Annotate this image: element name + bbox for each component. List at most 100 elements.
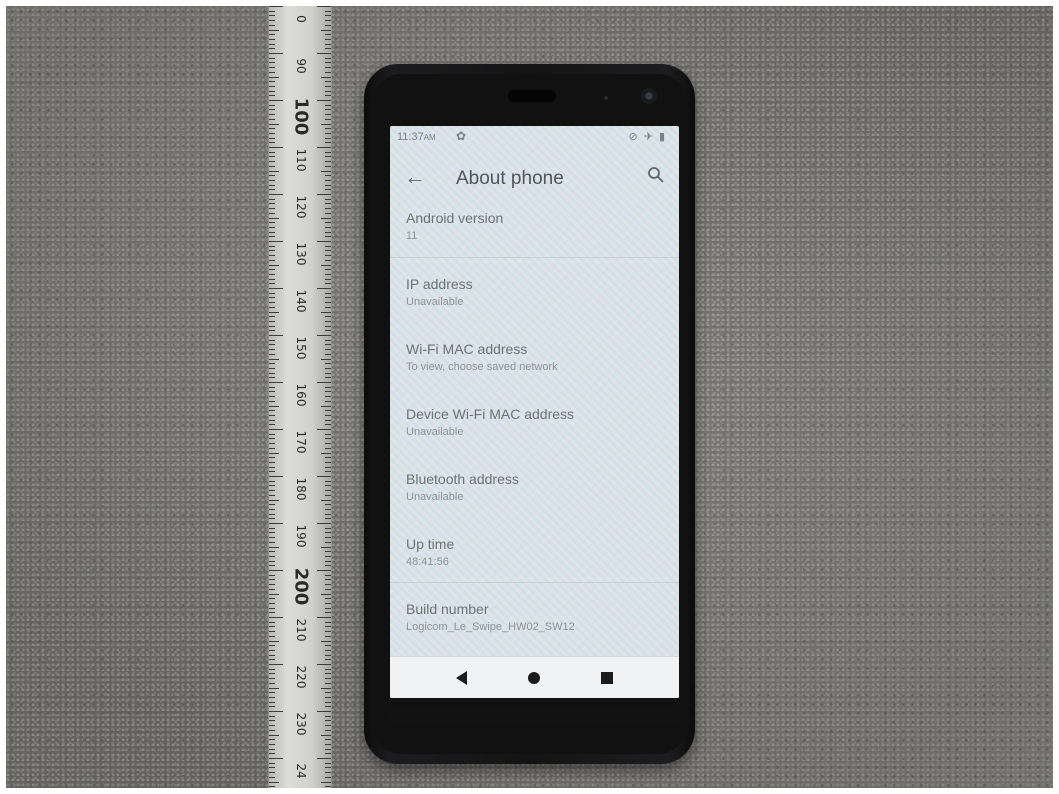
ruler-tick [269,396,275,398]
ruler-tick [321,123,331,125]
nav-back-icon[interactable] [456,671,467,685]
ruler-tick [269,452,279,454]
ruler-tick [325,151,331,153]
battery-icon: ▮ [658,131,671,143]
ruler-tick [269,273,275,275]
ruler-label: 140 [294,289,308,313]
item-subtitle: 11 [406,230,418,242]
ruler-tick [269,570,283,571]
ruler-tick [325,485,331,487]
ruler-tick [269,264,279,266]
ruler-tick [325,471,331,473]
ruler-tick [269,457,275,459]
ruler-tick [269,518,275,520]
setting-item-device-wifi-mac[interactable]: Device Wi-Fi MAC address Unavailable [406,406,668,438]
app-bar: ← About phone [390,154,679,202]
ruler-tick [325,391,331,393]
ruler-tick [325,645,331,647]
ruler-tick [325,396,331,398]
ruler-tick [321,358,331,360]
ruler-tick [269,786,275,788]
ruler-tick [269,335,283,336]
ruler-tick [325,344,331,346]
ruler-tick [269,109,275,111]
ruler-tick [269,53,283,54]
ruler-tick [325,513,331,515]
ruler-tick [317,335,331,336]
ruler-tick [269,593,279,595]
ruler-tick [325,602,331,604]
arrow-back-icon[interactable]: ← [404,164,426,190]
ruler-tick [269,20,275,22]
ruler-tick [325,330,331,332]
front-camera [641,88,657,104]
ruler-tick [325,306,331,308]
ruler-tick [325,38,331,40]
ruler-tick [269,711,283,712]
setting-item-bluetooth-address[interactable]: Bluetooth address Unavailable [406,471,668,503]
ruler-tick [325,339,331,341]
ruler-tick [269,194,283,195]
ruler-tick [269,461,275,463]
ruler-tick [325,175,331,177]
ruler-tick [325,457,331,459]
nav-home-icon[interactable] [528,672,540,684]
ruler-tick [321,499,331,501]
ruler-tick [321,593,331,595]
ruler-tick [325,527,331,529]
ruler-tick [269,414,275,416]
nav-recents-icon[interactable] [601,672,613,684]
setting-item-up-time[interactable]: Up time 48:41:56 [406,536,668,568]
search-icon[interactable] [647,166,665,184]
item-title: Device Wi-Fi MAC address [406,406,575,422]
ruler-tick [269,283,275,285]
navigation-bar [390,656,679,698]
setting-item-build-number[interactable]: Build number Logicom_Le_Swipe_HW02_SW12 [406,601,668,633]
ruler-tick [325,621,331,623]
ruler-tick [325,673,331,675]
ruler-tick [269,673,275,675]
ruler-tick [269,664,283,665]
ruler-tick [269,184,275,186]
ruler-tick [269,292,275,294]
ruler-tick [269,147,283,148]
divider [390,257,679,258]
ruler-tick [269,170,279,172]
setting-item-wifi-mac[interactable]: Wi-Fi MAC address To view, choose saved … [406,341,668,373]
page-title: About phone [456,168,564,189]
ruler-tick [269,325,275,327]
ruler-tick [269,161,275,163]
ruler-tick [269,151,275,153]
ruler-tick [317,429,331,430]
ruler-tick [317,570,331,571]
ruler-tick [269,57,275,59]
ruler-tick [269,696,275,698]
ruler-tick [321,452,331,454]
ruler-tick [325,165,331,167]
item-subtitle: Unavailable [406,491,464,503]
ruler-tick [269,34,275,36]
item-title: IP address [406,276,473,292]
ruler-tick [269,781,279,783]
ruler-tick [325,598,331,600]
ruler-tick [325,48,331,50]
ruler-label: 0 [294,15,308,23]
ruler-tick [325,250,331,252]
ruler-tick [325,71,331,73]
setting-item-android-version[interactable]: Android version 11 [406,210,668,242]
ruler-tick [321,170,331,172]
ruler-tick [269,353,275,355]
ruler-tick [317,100,331,101]
setting-item-ip-address[interactable]: IP address Unavailable [406,276,668,308]
ruler-tick [325,34,331,36]
ruler-tick [325,706,331,708]
ruler-tick [269,743,275,745]
ruler-tick [269,678,275,680]
ruler-tick [325,668,331,670]
ruler-tick [325,198,331,200]
ruler-tick [269,241,283,242]
ruler-tick [269,541,275,543]
ruler-tick [269,565,275,567]
ruler-tick [269,588,275,590]
ruler-tick [325,743,331,745]
